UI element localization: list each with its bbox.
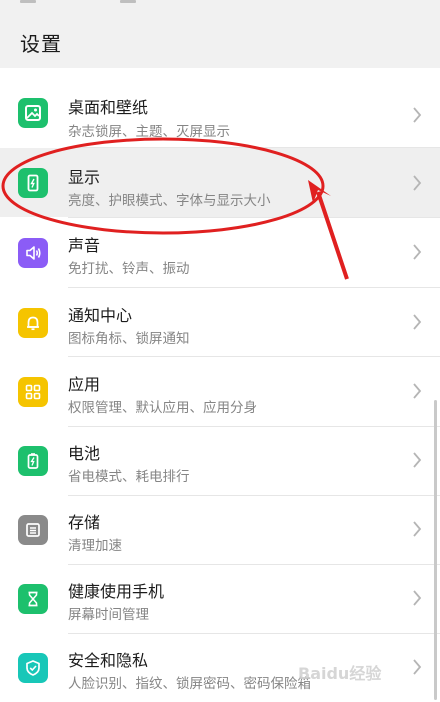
wallpaper-icon <box>18 98 48 128</box>
scrollbar[interactable] <box>434 400 437 700</box>
settings-item-subtitle: 图标角标、锁屏通知 <box>68 331 190 347</box>
chevron-right-icon <box>413 590 422 606</box>
settings-item-title: 声音 <box>68 236 101 255</box>
bell-icon <box>18 308 48 338</box>
settings-item-display[interactable]: 显示 亮度、护眼模式、字体与显示大小 <box>0 148 440 217</box>
settings-item-title: 健康使用手机 <box>68 582 165 601</box>
settings-item-apps[interactable]: 应用 权限管理、默认应用、应用分身 <box>0 357 440 426</box>
settings-item-subtitle: 权限管理、默认应用、应用分身 <box>68 400 257 416</box>
settings-list: 桌面和壁纸 杂志锁屏、主题、灭屏显示 显示 亮度、护眼模式、字体与显示大小 声音… <box>0 68 440 702</box>
settings-item-battery[interactable]: 电池 省电模式、耗电排行 <box>0 426 440 495</box>
apps-icon <box>18 377 48 407</box>
settings-item-digital-wellbeing[interactable]: 健康使用手机 屏幕时间管理 <box>0 564 440 633</box>
settings-item-sound[interactable]: 声音 免打扰、铃声、振动 <box>0 218 440 287</box>
storage-icon <box>18 515 48 545</box>
settings-item-subtitle: 屏幕时间管理 <box>68 607 149 623</box>
chevron-right-icon <box>413 659 422 675</box>
settings-item-notifications[interactable]: 通知中心 图标角标、锁屏通知 <box>0 288 440 357</box>
battery-icon <box>18 446 48 476</box>
settings-item-title: 显示 <box>68 168 101 187</box>
status-indicator <box>120 0 136 3</box>
sound-icon <box>18 238 48 268</box>
watermark: Baidu经验 <box>298 664 382 683</box>
chevron-right-icon <box>413 452 422 468</box>
status-bar <box>0 0 440 10</box>
display-icon <box>18 168 48 198</box>
settings-item-subtitle: 亮度、护眼模式、字体与显示大小 <box>68 193 271 209</box>
settings-item-subtitle: 清理加速 <box>68 538 122 554</box>
settings-item-title: 通知中心 <box>68 306 133 325</box>
settings-item-title: 安全和隐私 <box>68 651 149 670</box>
settings-item-title: 存储 <box>68 513 101 532</box>
chevron-right-icon <box>413 107 422 123</box>
settings-item-subtitle: 省电模式、耗电排行 <box>68 469 190 485</box>
settings-item-title: 电池 <box>68 444 101 463</box>
settings-item-subtitle: 免打扰、铃声、振动 <box>68 261 190 277</box>
settings-item-wallpaper[interactable]: 桌面和壁纸 杂志锁屏、主题、灭屏显示 <box>0 78 440 147</box>
page-title: 设置 <box>20 32 62 56</box>
chevron-right-icon <box>413 244 422 260</box>
settings-item-storage[interactable]: 存储 清理加速 <box>0 495 440 564</box>
settings-item-title: 桌面和壁纸 <box>68 98 149 117</box>
chevron-right-icon <box>413 175 422 191</box>
hourglass-icon <box>18 584 48 614</box>
settings-item-title: 应用 <box>68 375 101 394</box>
chevron-right-icon <box>413 314 422 330</box>
settings-item-subtitle: 人脸识别、指纹、锁屏密码、密码保险箱 <box>68 676 311 692</box>
status-indicator <box>20 0 36 3</box>
settings-item-subtitle: 杂志锁屏、主题、灭屏显示 <box>68 124 230 140</box>
shield-icon <box>18 653 48 683</box>
page-header: 设置 <box>0 10 440 68</box>
chevron-right-icon <box>413 383 422 399</box>
chevron-right-icon <box>413 521 422 537</box>
